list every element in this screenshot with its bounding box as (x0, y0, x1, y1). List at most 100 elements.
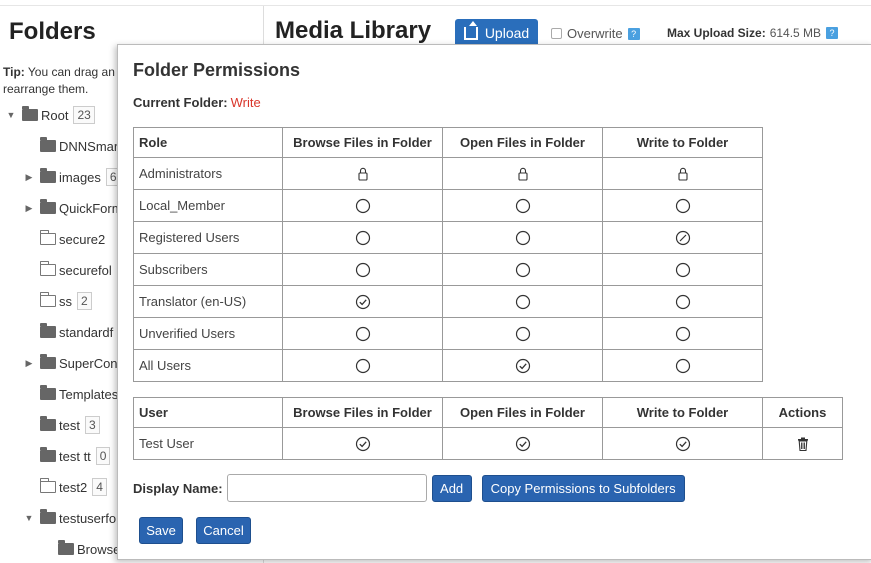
column-header: Actions (762, 397, 843, 428)
save-button[interactable]: Save (139, 517, 183, 544)
folder-label: QuickForm (59, 200, 123, 216)
folder-icon (40, 447, 56, 462)
unset-permission-icon[interactable] (355, 198, 371, 214)
delete-icon[interactable] (795, 436, 811, 452)
permission-cell[interactable] (282, 349, 443, 382)
lock-icon (675, 166, 691, 182)
permission-cell[interactable] (602, 221, 763, 254)
permission-cell[interactable] (442, 349, 603, 382)
unset-permission-icon[interactable] (675, 294, 691, 310)
table-row: Test User (133, 427, 843, 460)
table-row: Unverified Users (133, 317, 763, 350)
cancel-button[interactable]: Cancel (196, 517, 251, 544)
permission-cell[interactable] (442, 221, 603, 254)
upload-button[interactable]: Upload (455, 19, 538, 47)
permission-denied-icon[interactable] (675, 230, 691, 246)
permission-cell[interactable] (442, 427, 603, 460)
unset-permission-icon[interactable] (355, 358, 371, 374)
permission-cell[interactable] (442, 317, 603, 350)
expanded-caret-icon[interactable]: ▼ (24, 513, 34, 523)
folder-tree-item[interactable]: ▶ SuperCon (24, 352, 118, 374)
permission-cell[interactable] (602, 317, 763, 350)
role-name: Administrators (133, 157, 283, 190)
folder-tree-item[interactable]: ▶Browse (42, 538, 120, 560)
unset-permission-icon[interactable] (355, 262, 371, 278)
permission-cell (442, 157, 603, 190)
folder-tree-item[interactable]: ▶test3 (24, 414, 100, 436)
overwrite-option[interactable]: Overwrite ? (551, 26, 640, 41)
permission-cell[interactable] (282, 189, 443, 222)
unset-permission-icon[interactable] (675, 326, 691, 342)
permission-cell[interactable] (602, 427, 763, 460)
permission-cell[interactable] (442, 253, 603, 286)
permission-granted-icon[interactable] (675, 436, 691, 452)
overwrite-checkbox[interactable] (551, 28, 562, 39)
column-header: Write to Folder (602, 127, 763, 158)
dialog-title: Folder Permissions (133, 60, 301, 80)
unset-permission-icon[interactable] (675, 358, 691, 374)
folder-label: Browse (77, 541, 121, 557)
unset-permission-icon[interactable] (355, 326, 371, 342)
permission-cell (282, 157, 443, 190)
permission-cell[interactable] (282, 317, 443, 350)
role-name: Translator (en-US) (133, 285, 283, 318)
folder-tree-item[interactable]: ▶ QuickForm (24, 197, 123, 219)
current-folder: Current Folder: Write (133, 95, 261, 110)
lock-icon (515, 166, 531, 182)
max-upload-info: Max Upload Size: 614.5 MB ? (667, 26, 839, 40)
permission-cell[interactable] (282, 427, 443, 460)
folder-tree-item[interactable]: ▼ Root 23 (6, 104, 95, 126)
folder-label: Templates (59, 386, 119, 402)
folder-tree-item[interactable]: ▼ testuserfo (24, 507, 116, 529)
unset-permission-icon[interactable] (355, 230, 371, 246)
permission-cell[interactable] (602, 285, 763, 318)
permission-cell[interactable] (602, 349, 763, 382)
permission-cell[interactable] (602, 189, 763, 222)
folder-tree-item[interactable]: ▶secure2 (24, 228, 105, 250)
folder-tree-item[interactable]: ▶test24 (24, 476, 107, 498)
permission-granted-icon[interactable] (515, 358, 531, 374)
folder-tree-item[interactable]: ▶Templates (24, 383, 118, 405)
permission-cell[interactable] (442, 285, 603, 318)
column-header: Browse Files in Folder (282, 397, 443, 428)
collapsed-caret-icon[interactable]: ▶ (24, 203, 34, 214)
role-permissions-table: Role Browse Files in Folder Open Files i… (133, 127, 763, 382)
folder-tree-item[interactable]: ▶test tt0 (24, 445, 111, 467)
permission-cell[interactable] (602, 253, 763, 286)
current-folder-value: Write (230, 95, 261, 110)
table-row: All Users (133, 349, 763, 382)
help-icon[interactable]: ? (826, 27, 839, 39)
permission-granted-icon[interactable] (355, 294, 371, 310)
permission-granted-icon[interactable] (515, 436, 531, 452)
folder-tree-item[interactable]: ▶standardf (24, 321, 113, 343)
unset-permission-icon[interactable] (515, 198, 531, 214)
max-upload-label: Max Upload Size: (667, 26, 766, 40)
folder-icon (40, 509, 56, 524)
permission-cell[interactable] (282, 285, 443, 318)
add-button[interactable]: Add (431, 474, 472, 502)
help-icon[interactable]: ? (627, 27, 640, 40)
folder-label: images (59, 169, 101, 185)
unset-permission-icon[interactable] (515, 326, 531, 342)
folder-tree-item[interactable]: ▶DNNSmar (24, 135, 118, 157)
unset-permission-icon[interactable] (515, 230, 531, 246)
expanded-caret-icon[interactable]: ▼ (6, 110, 16, 120)
collapsed-caret-icon[interactable]: ▶ (24, 172, 34, 183)
unset-permission-icon[interactable] (515, 294, 531, 310)
permission-granted-icon[interactable] (355, 436, 371, 452)
column-header: User (133, 397, 283, 428)
collapsed-caret-icon[interactable]: ▶ (24, 358, 34, 369)
permission-cell[interactable] (282, 253, 443, 286)
permission-cell[interactable] (282, 221, 443, 254)
folder-tree-item[interactable]: ▶ss2 (24, 290, 92, 312)
unset-permission-icon[interactable] (515, 262, 531, 278)
permission-cell[interactable] (442, 189, 603, 222)
current-folder-label: Current Folder: (133, 95, 228, 110)
display-name-input[interactable] (226, 474, 427, 502)
folder-tree-item[interactable]: ▶securefol (24, 259, 112, 281)
permission-cell[interactable] (762, 427, 843, 460)
unset-permission-icon[interactable] (675, 198, 691, 214)
unset-permission-icon[interactable] (675, 262, 691, 278)
copy-permissions-button[interactable]: Copy Permissions to Subfolders (481, 474, 685, 502)
folder-tree-item[interactable]: ▶ images 6 (24, 166, 121, 188)
